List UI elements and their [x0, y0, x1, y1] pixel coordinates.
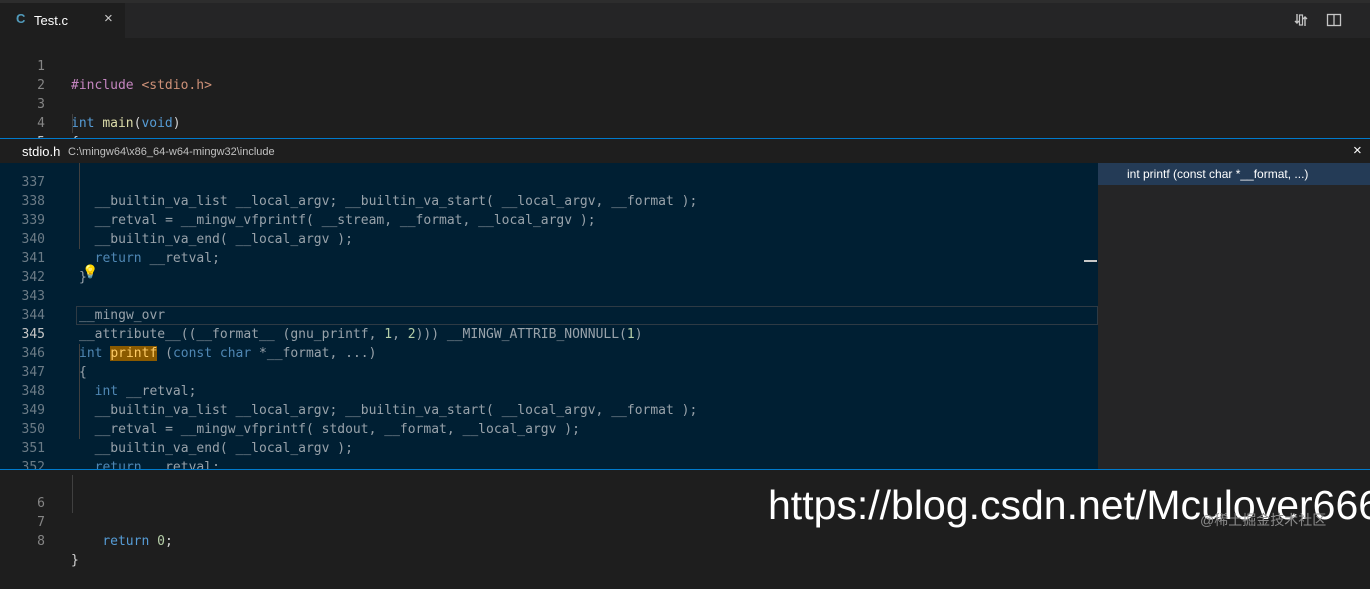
code-line[interactable]: 4 {: [0, 95, 1370, 150]
tab-title: Test.c: [34, 13, 68, 28]
code-line[interactable]: 350 __builtin_va_end( __local_argv );: [0, 401, 1098, 456]
code-line[interactable]: 341 }: [0, 230, 1098, 285]
peek-close-button[interactable]: ×: [1353, 142, 1362, 159]
peek-header: stdio.h C:\mingw64\x86_64-w64-mingw32\in…: [0, 139, 1370, 163]
peek-file-name[interactable]: stdio.h: [22, 144, 60, 159]
indent-guide: [79, 344, 80, 439]
compare-changes-icon[interactable]: [1293, 12, 1309, 28]
reference-label: int printf (const char *__format, ...): [1127, 167, 1309, 181]
code-line[interactable]: 337 __builtin_va_list __local_argv; __bu…: [0, 163, 1098, 209]
tab-bar: C Test.c ×: [0, 0, 1370, 38]
peek-references-list: int printf (const char *__format, ...): [1098, 163, 1370, 469]
code-text: }: [71, 553, 79, 568]
code-line[interactable]: 339 __builtin_va_end( __local_argv );: [0, 192, 1098, 247]
code-line[interactable]: 338 __retval = __mingw_vfprintf( __strea…: [0, 173, 1098, 228]
code-token: 0: [157, 534, 165, 549]
code-line-current[interactable]: 5 printf("Hello World.\n");: [0, 114, 1370, 169]
code-line[interactable]: 343 __mingw_ovr: [0, 268, 1098, 323]
indent-guide: [72, 475, 73, 513]
code-line[interactable]: 1 #include <stdio.h>: [0, 38, 1370, 93]
code-line[interactable]: 349 __retval = __mingw_vfprintf( stdout,…: [0, 382, 1098, 437]
indent-guide: [79, 163, 80, 249]
code-line[interactable]: 2: [0, 57, 1370, 93]
reference-item[interactable]: int printf (const char *__format, ...): [1098, 163, 1370, 185]
code-line[interactable]: 342: [0, 249, 1098, 285]
watermark-small: @稀土掘金技术社区: [1200, 512, 1327, 528]
peek-file-path: C:\mingw64\x86_64-w64-mingw32\include: [68, 146, 275, 158]
code-line[interactable]: 340 return __retval;: [0, 211, 1098, 266]
code-line-current[interactable]: 345 int printf (const char *__format, ..…: [0, 306, 1098, 361]
tab-close-button[interactable]: ×: [104, 10, 113, 27]
code-line[interactable]: 351 return __retval;: [0, 420, 1098, 469]
code-line[interactable]: 352 }: [0, 439, 1098, 469]
tab-test-c[interactable]: C Test.c ×: [0, 3, 125, 38]
code-line[interactable]: 3 int main(void): [0, 76, 1370, 131]
peek-definition-widget: stdio.h C:\mingw64\x86_64-w64-mingw32\in…: [0, 138, 1370, 470]
code-line[interactable]: 353: [0, 458, 1098, 469]
code-line[interactable]: 346 {: [0, 325, 1098, 380]
code-line[interactable]: 348 __builtin_va_list __local_argv; __bu…: [0, 363, 1098, 418]
c-file-icon: C: [16, 11, 26, 26]
peek-editor[interactable]: 337 __builtin_va_list __local_argv; __bu…: [0, 163, 1098, 469]
lightbulb-icon[interactable]: 💡: [82, 265, 98, 280]
code-text: return 0;: [102, 534, 173, 549]
code-line[interactable]: 344 __attribute__((__format__ (gnu_print…: [0, 287, 1098, 342]
code-token: return: [102, 534, 150, 549]
overview-ruler-mark: [1084, 260, 1097, 262]
indent-guide: [72, 114, 73, 133]
code-line[interactable]: 347 int __retval;: [0, 344, 1098, 399]
split-editor-icon[interactable]: [1326, 12, 1342, 28]
line-number: 8: [37, 534, 45, 549]
